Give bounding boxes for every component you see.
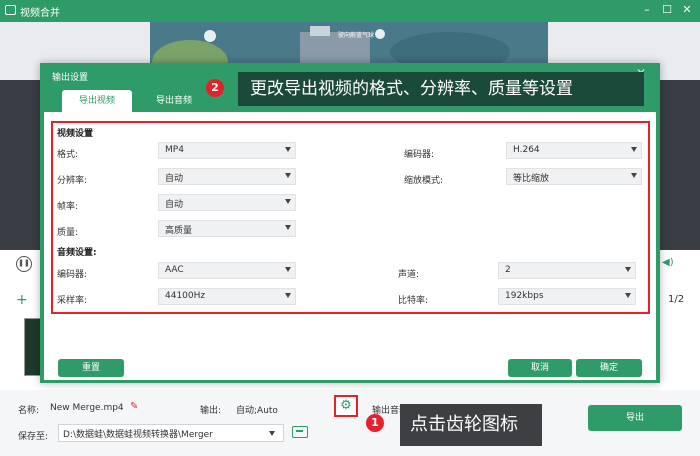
name-value[interactable]: New Merge.mp4 (50, 403, 124, 413)
step1-callout: 点击齿轮图标 (400, 404, 542, 446)
bitrate-value: 192kbps (505, 291, 544, 301)
name-label: 名称: (18, 406, 40, 416)
fps-label: 帧率: (57, 202, 79, 212)
chevron-down-icon (285, 225, 291, 230)
resolution-value: 自动 (165, 174, 184, 184)
title-bar: 视频合并 – ☐ ✕ (0, 0, 700, 22)
chevron-down-icon (285, 199, 291, 204)
channel-value: 2 (505, 265, 511, 275)
sample-rate-select[interactable]: 44100Hz (158, 288, 296, 305)
quality-label: 质量: (57, 228, 79, 238)
scale-mode-value: 等比缩放 (513, 174, 550, 184)
window-title: 视频合并 (20, 8, 60, 19)
save-path-value: D:\数据蛙\数据蛙视频转换器\Merger (63, 430, 213, 440)
scale-mode-label: 缩放模式: (404, 176, 444, 186)
step2-callout: 更改导出视频的格式、分辨率、质量等设置 (238, 72, 644, 106)
minimize-icon[interactable]: – (640, 3, 654, 17)
fps-value: 自动 (165, 200, 184, 210)
app-icon (5, 5, 16, 15)
sample-rate-value: 44100Hz (165, 291, 206, 301)
video-encoder-value: H.264 (513, 145, 540, 155)
video-settings-heading: 视频设置 (57, 129, 94, 139)
step1-number-badge: 1 (366, 414, 384, 432)
quality-value: 高质量 (165, 226, 193, 236)
edit-icon[interactable]: ✎ (130, 401, 138, 412)
maximize-icon[interactable]: ☐ (660, 3, 674, 17)
format-label: 格式: (57, 150, 79, 160)
pause-icon[interactable]: ❚❚ (16, 256, 32, 272)
sample-rate-label: 采样率: (57, 296, 88, 306)
audio-encoder-value: AAC (165, 265, 184, 275)
chevron-down-icon[interactable] (269, 431, 275, 436)
page-indicator: 1/2 (668, 294, 685, 305)
channel-label: 声道: (398, 270, 420, 280)
plus-icon[interactable]: + (16, 292, 28, 308)
save-to-label: 保存至: (18, 432, 49, 442)
close-icon[interactable]: ✕ (680, 3, 694, 17)
chevron-down-icon (285, 267, 291, 272)
chevron-down-icon (625, 293, 631, 298)
folder-icon[interactable] (292, 426, 308, 438)
audio-settings-heading: 音频设置: (57, 248, 97, 258)
chevron-down-icon (285, 293, 291, 298)
video-encoder-label: 编码器: (404, 150, 435, 160)
video-encoder-select[interactable]: H.264 (506, 142, 642, 159)
channel-select[interactable]: 2 (498, 262, 636, 279)
format-select[interactable]: MP4 (158, 142, 296, 159)
cancel-button[interactable]: 取消 (508, 359, 572, 377)
step2-number-badge: 2 (206, 79, 224, 97)
resolution-label: 分辨率: (57, 176, 88, 186)
chevron-down-icon (285, 147, 291, 152)
output-value[interactable]: 自动;Auto (236, 403, 278, 416)
tab-export-video[interactable]: 导出视频 (62, 90, 132, 112)
chevron-down-icon (631, 173, 637, 178)
audio-encoder-select[interactable]: AAC (158, 262, 296, 279)
output-label: 输出: (200, 406, 222, 416)
resolution-select[interactable]: 自动 (158, 168, 296, 185)
preview-overlay-text: 驶向蔚蓝气球 (338, 32, 375, 39)
bitrate-select[interactable]: 192kbps (498, 288, 636, 305)
ok-button[interactable]: 确定 (576, 359, 642, 377)
bitrate-label: 比特率: (398, 296, 429, 306)
scale-mode-select[interactable]: 等比缩放 (506, 168, 642, 185)
reset-button[interactable]: 重置 (58, 359, 124, 377)
chevron-down-icon (631, 147, 637, 152)
chevron-down-icon (625, 267, 631, 272)
format-value: MP4 (165, 145, 184, 155)
gear-icon[interactable]: ⚙ (334, 395, 358, 417)
dialog-title: 输出设置 (52, 73, 89, 83)
fps-select[interactable]: 自动 (158, 194, 296, 211)
export-button[interactable]: 导出 (588, 405, 682, 431)
volume-icon[interactable]: ◀) (662, 257, 674, 268)
save-path-field[interactable]: D:\数据蛙\数据蛙视频转换器\Merger (58, 424, 284, 442)
quality-select[interactable]: 高质量 (158, 220, 296, 237)
tab-export-audio[interactable]: 导出音频 (146, 90, 202, 112)
chevron-down-icon (285, 173, 291, 178)
audio-encoder-label: 编码器: (57, 270, 88, 280)
